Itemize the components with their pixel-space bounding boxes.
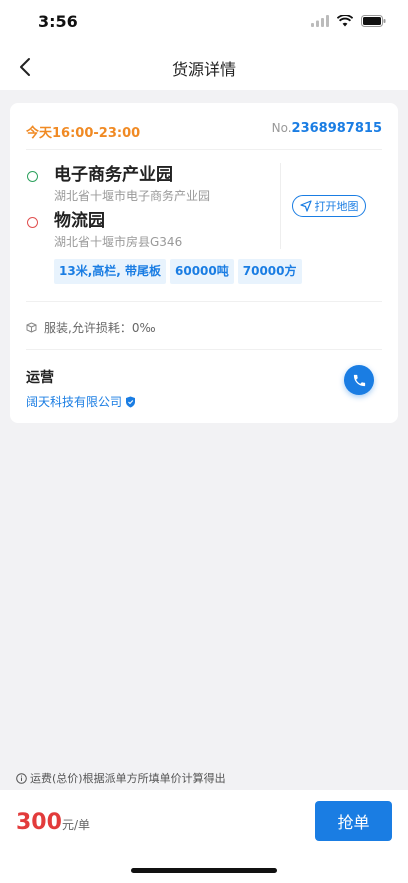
- vehicle-tags: 13米,高栏, 带尾板 60000吨 70000方: [54, 259, 302, 284]
- route: 电子商务产业园 湖北省十堰市电子商务产业园 物流园 湖北省十堰市房县G346: [26, 163, 271, 251]
- status-bar: 3:56: [0, 0, 408, 44]
- route-separator: [280, 163, 281, 249]
- info-icon: [16, 772, 27, 784]
- wifi-icon: [337, 15, 353, 27]
- open-map-label: 打开地图: [314, 200, 359, 213]
- status-icons: [311, 14, 386, 28]
- package-icon: [26, 322, 37, 333]
- price-amount: 300: [16, 810, 62, 835]
- tag-volume: 70000方: [237, 259, 302, 284]
- destination-address: 湖北省十堰市房县G346: [54, 235, 183, 249]
- tag-weight: 60000吨: [170, 259, 234, 284]
- status-time: 3:56: [38, 12, 78, 31]
- grab-order-button[interactable]: 抢单: [315, 801, 392, 841]
- fee-note-text: 运费(总价)根据派单方所填单价计算得出: [30, 772, 226, 785]
- origin-name: 电子商务产业园: [54, 165, 173, 185]
- freight-price: 300元/单: [16, 810, 90, 835]
- price-unit: 元/单: [61, 818, 90, 832]
- destination-name: 物流园: [54, 211, 105, 231]
- cargo-detail-card: 今天16:00-23:00 No.2368987815 电子商务产业园 湖北省十…: [10, 103, 398, 423]
- order-number-value: 2368987815: [291, 121, 382, 136]
- origin-dot-icon: [27, 171, 38, 182]
- shipper-label: 运营: [26, 370, 54, 386]
- fee-note: 运费(总价)根据派单方所填单价计算得出: [16, 770, 226, 786]
- phone-icon: [353, 374, 365, 386]
- verified-shield-icon: [126, 396, 136, 407]
- company-name: 阔天科技有限公司: [26, 395, 123, 409]
- divider: [26, 301, 382, 302]
- time-window: 今天16:00-23:00: [26, 126, 141, 141]
- page-title: 货源详情: [171, 60, 236, 79]
- signal-icon: [311, 15, 329, 27]
- destination-dot-icon: [27, 217, 38, 228]
- time-row: 今天16:00-23:00 No.2368987815: [26, 121, 382, 141]
- order-number-prefix: No.: [271, 121, 292, 135]
- nav-bar: 货源详情: [0, 44, 408, 90]
- navigation-arrow-icon: [299, 200, 312, 212]
- order-number: No.2368987815: [272, 121, 382, 136]
- tag-vehicle: 13米,高栏, 带尾板: [54, 259, 166, 284]
- destination-stop: 物流园 湖北省十堰市房县G346: [26, 209, 271, 251]
- home-indicator: [131, 868, 277, 873]
- shipper-info: 运营 阔天科技有限公司: [26, 367, 136, 410]
- divider: [26, 349, 382, 350]
- origin-address: 湖北省十堰市电子商务产业园: [54, 189, 211, 203]
- shipper-company[interactable]: 阔天科技有限公司: [26, 393, 136, 410]
- battery-icon: [361, 15, 386, 27]
- open-map-button[interactable]: 打开地图: [292, 195, 366, 217]
- goods-text: 服装,允许损耗：0‰: [44, 321, 156, 335]
- origin-stop: 电子商务产业园 湖北省十堰市电子商务产业园: [26, 163, 271, 205]
- call-button[interactable]: [344, 365, 374, 395]
- goods-info: 服装,允许损耗：0‰: [26, 319, 156, 336]
- divider: [26, 149, 382, 150]
